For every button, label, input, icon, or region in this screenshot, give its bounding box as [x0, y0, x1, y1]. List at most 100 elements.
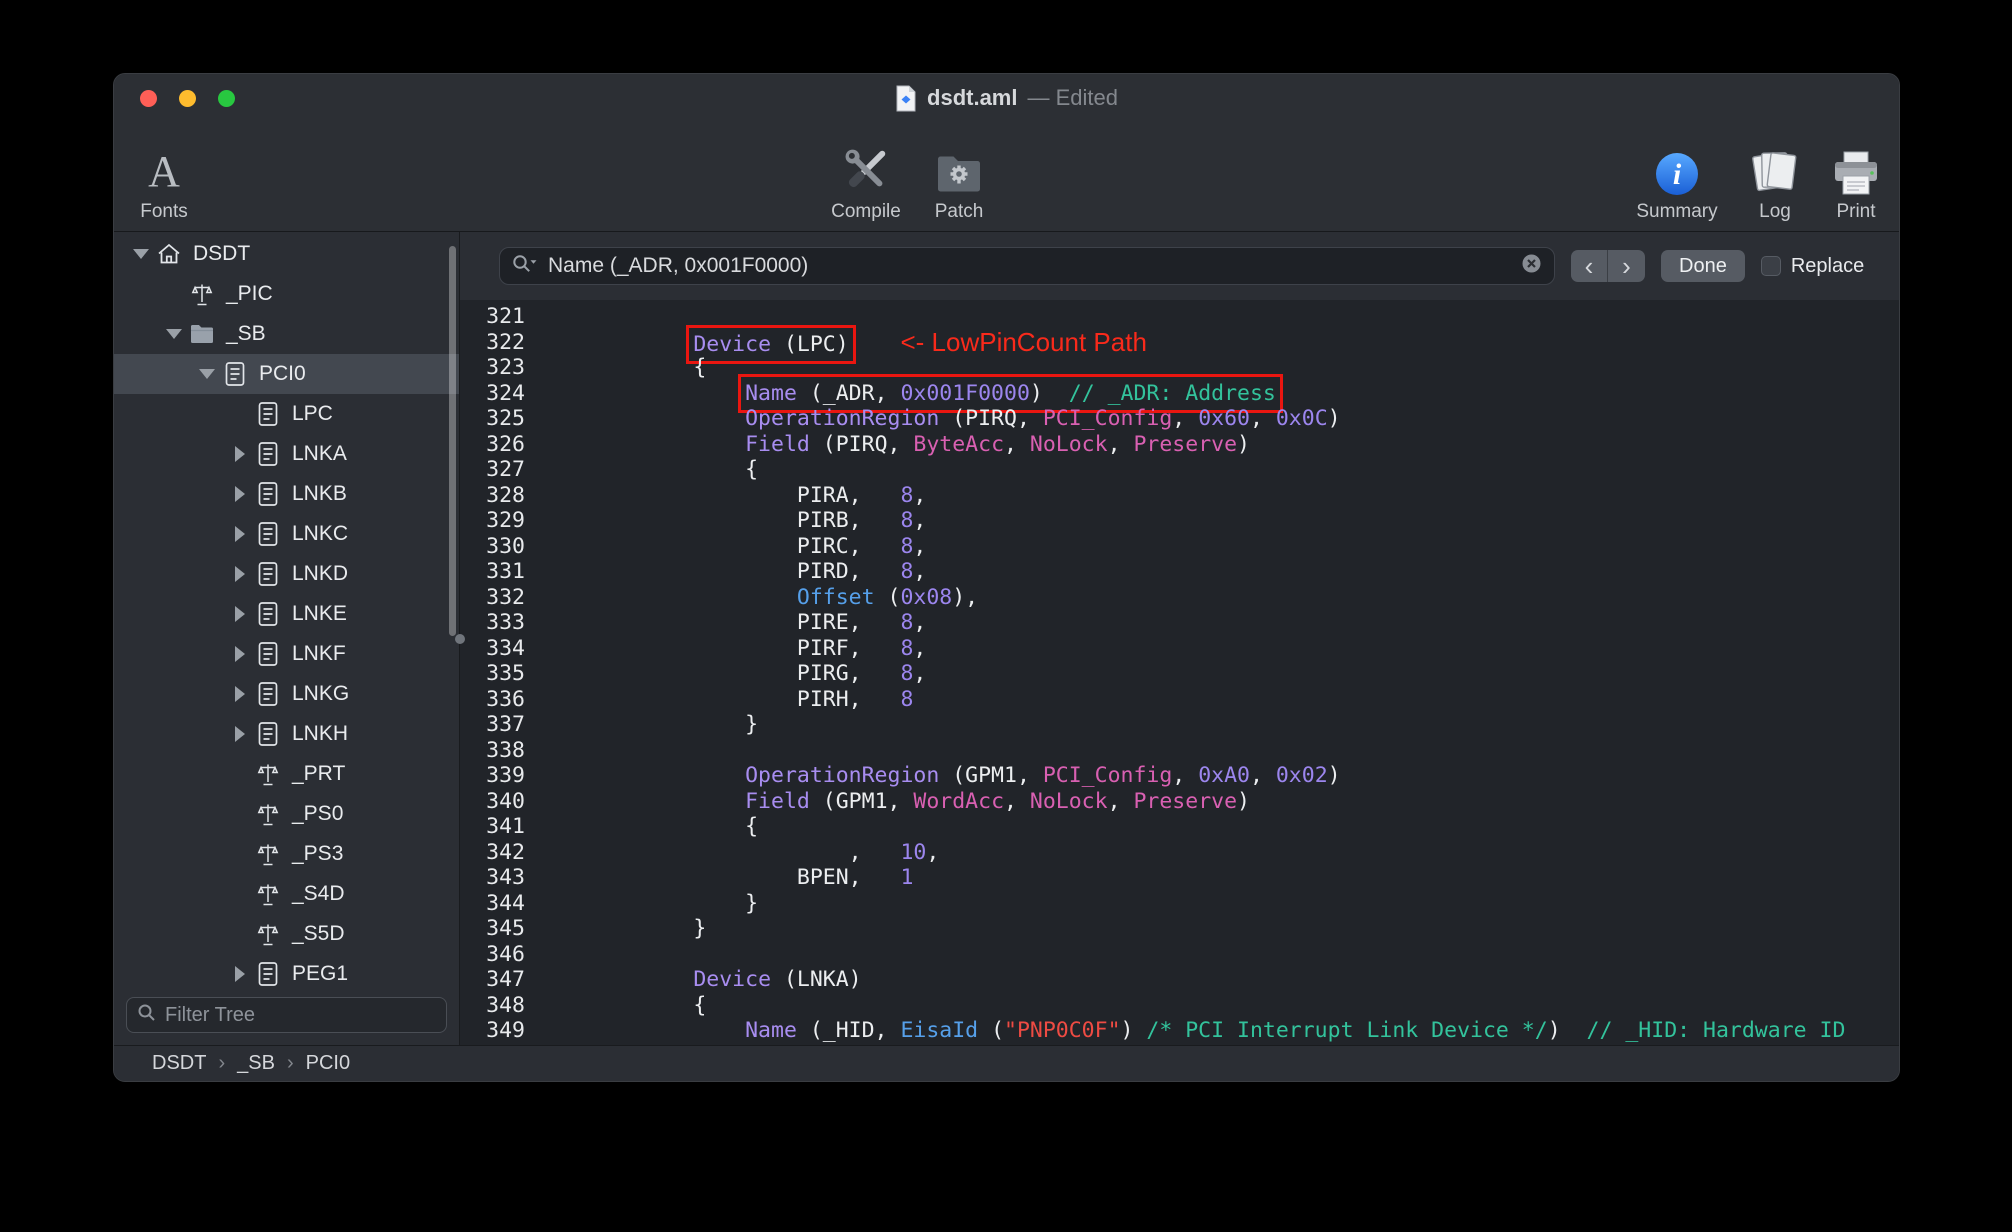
close-button[interactable] [140, 90, 157, 107]
line-number: 340 [486, 788, 525, 814]
filter-tree-field[interactable] [126, 997, 447, 1033]
tree-item-lnkc[interactable]: LNKC [114, 514, 459, 554]
disclosure-triangle-icon[interactable] [226, 726, 254, 742]
tree-item-lnke[interactable]: LNKE [114, 594, 459, 634]
code-line: 332 Offset (0x08), [460, 585, 1899, 611]
method-icon [254, 921, 282, 947]
fonts-button[interactable]: A Fonts [116, 140, 212, 223]
tree-item-_ps0[interactable]: _PS0 [114, 794, 459, 834]
tools-icon [838, 140, 894, 198]
disclosure-triangle-icon[interactable] [193, 369, 221, 379]
search-input[interactable] [548, 254, 1511, 278]
tree-item-lnkd[interactable]: LNKD [114, 554, 459, 594]
line-number: 332 [486, 584, 525, 610]
disclosure-triangle-icon[interactable] [226, 526, 254, 542]
log-label: Log [1759, 201, 1791, 222]
tree-item-lnkh[interactable]: LNKH [114, 714, 459, 754]
find-next-button[interactable]: › [1608, 250, 1645, 282]
breadcrumb-item-pci0[interactable]: PCI0 [306, 1052, 350, 1075]
tree-item-_s5d[interactable]: _S5D [114, 914, 459, 954]
tree-item-pci0[interactable]: PCI0 [114, 354, 459, 394]
search-field[interactable] [499, 247, 1555, 285]
disclosure-triangle-icon[interactable] [226, 646, 254, 662]
disclosure-triangle-icon[interactable] [127, 249, 155, 259]
tree-item-lnkb[interactable]: LNKB [114, 474, 459, 514]
line-number: 322 [486, 329, 525, 355]
minimize-button[interactable] [179, 90, 196, 107]
code-line: 343 BPEN, 1 [460, 865, 1899, 891]
tree-item-lpc[interactable]: LPC [114, 394, 459, 434]
line-number: 345 [486, 916, 525, 941]
code-line: 345 } [460, 916, 1899, 942]
titlebar: dsdt.aml — Edited [114, 74, 1899, 122]
search-menu-icon[interactable] [512, 254, 538, 279]
code-lines: 321 322 Device (LPC) <- LowPinCount Path 3… [460, 304, 1899, 1044]
tree-item-lnkg[interactable]: LNKG [114, 674, 459, 714]
line-number: 348 [486, 992, 525, 1018]
code-line: 333 PIRE, 8, [460, 610, 1899, 636]
tree-item-peg1[interactable]: PEG1 [114, 954, 459, 991]
line-number: 330 [486, 533, 525, 559]
pages-icon [1749, 140, 1801, 198]
disclosure-triangle-icon[interactable] [226, 446, 254, 462]
line-number: 341 [486, 814, 525, 839]
clear-search-icon[interactable] [1521, 253, 1542, 279]
tree-item-lnka[interactable]: LNKA [114, 434, 459, 474]
breadcrumb-item-sb[interactable]: _SB [237, 1052, 275, 1075]
traffic-lights [140, 90, 235, 107]
fonts-icon: A [148, 147, 180, 196]
patch-button[interactable]: Patch [911, 140, 1007, 223]
code-line: 324 Name (_ADR, 0x001F0000) // _ADR: Add… [460, 373, 1899, 413]
find-prev-next-control: ‹ › [1571, 250, 1645, 282]
tree-item-_s4d[interactable]: _S4D [114, 874, 459, 914]
find-previous-button[interactable]: ‹ [1571, 250, 1608, 282]
disclosure-triangle-icon[interactable] [226, 606, 254, 622]
device-icon [221, 361, 249, 387]
line-number: 339 [486, 763, 525, 788]
line-number: 323 [486, 355, 525, 380]
code-line: 321 [460, 304, 1899, 330]
tree-item-dsdt[interactable]: DSDT [114, 234, 459, 274]
disclosure-triangle-icon[interactable] [160, 329, 188, 339]
tree-item-_pic[interactable]: _PIC [114, 274, 459, 314]
tree-item-_ps3[interactable]: _PS3 [114, 834, 459, 874]
compile-button[interactable]: Compile [818, 140, 914, 223]
window-title-filename: dsdt.aml [927, 85, 1018, 110]
tree-item-label: LNKE [292, 602, 347, 625]
code-line: 323 { [460, 355, 1899, 381]
line-number: 328 [486, 482, 525, 508]
filter-tree-input[interactable] [165, 1003, 436, 1027]
breadcrumb-separator-icon: › [218, 1052, 226, 1074]
code-line: 330 PIRC, 8, [460, 534, 1899, 560]
method-icon [254, 761, 282, 787]
tree-item-_sb[interactable]: _SB [114, 314, 459, 354]
code-editor[interactable]: 321 322 Device (LPC) <- LowPinCount Path 3… [460, 300, 1899, 1045]
summary-button[interactable]: i Summary [1629, 140, 1725, 223]
annotation-red-box: Device (LPC) [686, 324, 856, 364]
sidebar-scrollbar[interactable] [449, 246, 456, 636]
editor-column: ‹ › Done Replace 321322 Device (LPC) <- … [460, 232, 1899, 1045]
print-button[interactable]: Print [1808, 140, 1899, 223]
zoom-button[interactable] [218, 90, 235, 107]
tree-item-_prt[interactable]: _PRT [114, 754, 459, 794]
code-line: 336 PIRH, 8 [460, 687, 1899, 713]
disclosure-triangle-icon[interactable] [226, 686, 254, 702]
device-icon [254, 601, 282, 627]
disclosure-triangle-icon[interactable] [226, 486, 254, 502]
line-number: 334 [486, 635, 525, 661]
tree-item-label: LNKC [292, 522, 349, 545]
breadcrumb-item-dsdt[interactable]: DSDT [152, 1052, 206, 1075]
code-line: 344 } [460, 891, 1899, 917]
code-line: 334 PIRF, 8, [460, 636, 1899, 662]
method-icon [188, 281, 216, 307]
replace-checkbox[interactable] [1760, 256, 1781, 276]
disclosure-triangle-icon[interactable] [226, 566, 254, 582]
pane-splitter[interactable] [455, 633, 465, 644]
svg-text:i: i [1673, 158, 1682, 191]
done-button[interactable]: Done [1661, 250, 1745, 282]
tree-item-lnkf[interactable]: LNKF [114, 634, 459, 674]
folder-icon [188, 322, 216, 346]
house-icon [155, 241, 183, 267]
line-number: 331 [486, 559, 525, 584]
disclosure-triangle-icon[interactable] [226, 966, 254, 982]
